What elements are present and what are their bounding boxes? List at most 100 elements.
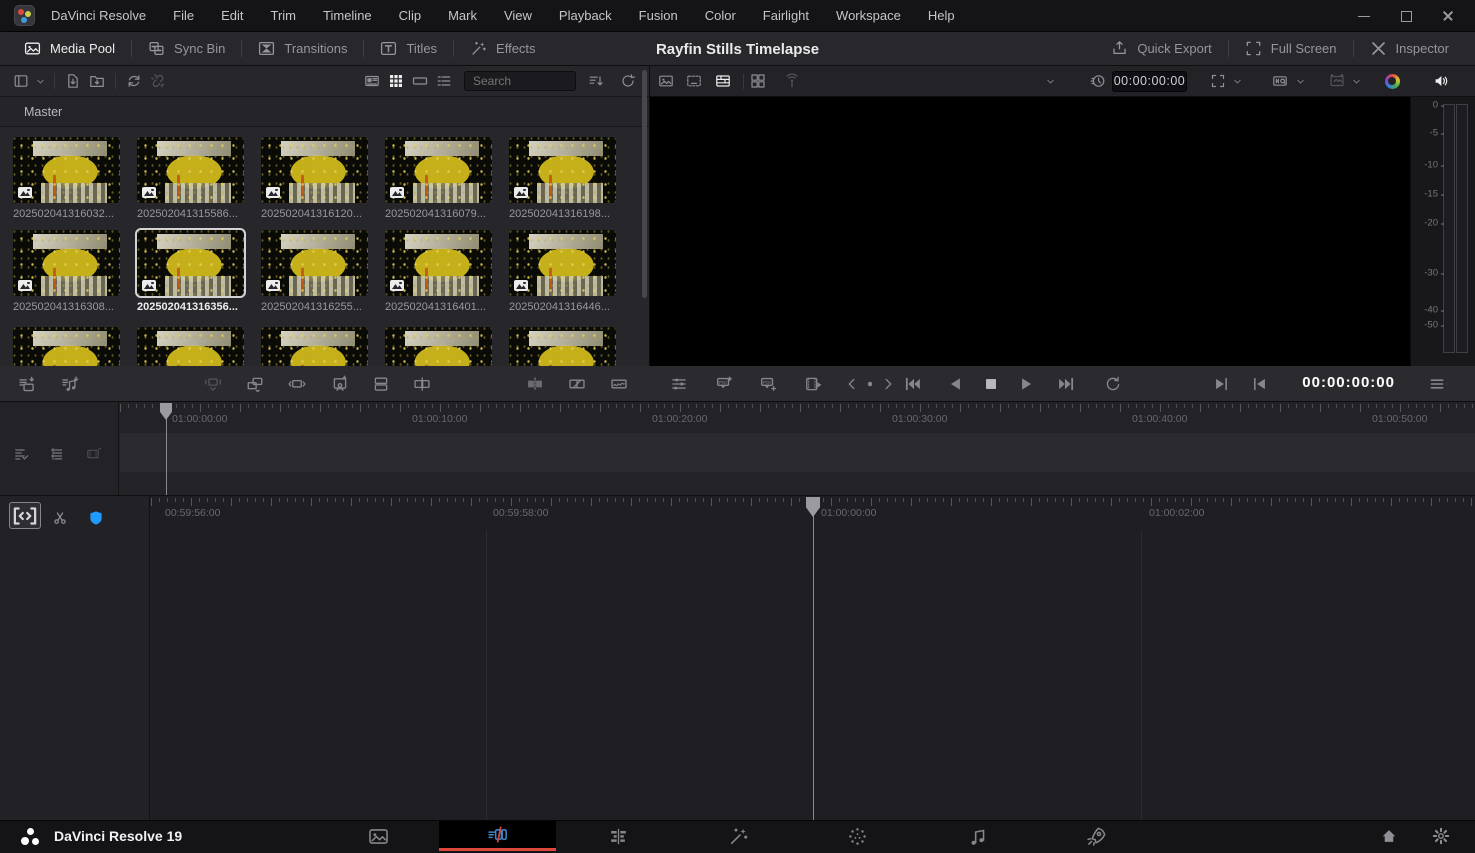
menu-fairlight[interactable]: Fairlight [763,8,809,23]
source-tape-icon[interactable] [682,69,706,93]
menu-edit[interactable]: Edit [221,8,243,23]
page-tab-cut[interactable] [439,821,556,851]
project-manager-home-icon[interactable] [1377,824,1401,848]
quick-export-button[interactable]: Quick Export [1095,32,1227,65]
titles-button[interactable]: Titles [364,32,453,65]
live-overwrite-icon[interactable] [780,69,804,93]
transport-timecode[interactable]: 00:00:00:00 [1295,374,1395,391]
menu-workspace[interactable]: Workspace [836,8,901,23]
media-clip[interactable] [137,327,250,366]
menu-playback[interactable]: Playback [559,8,612,23]
page-tab-fusion[interactable] [718,821,758,851]
page-tab-edit[interactable] [598,821,638,851]
poi-add-icon[interactable]: POI [756,372,780,396]
media-clip[interactable]: 202502041316401... [385,230,498,313]
relink-media-icon[interactable] [146,69,170,93]
menu-timeline[interactable]: Timeline [323,8,372,23]
enhance-icon[interactable] [1325,69,1349,93]
goto-start-button[interactable] [900,372,924,396]
full-screen-button[interactable]: Full Screen [1229,32,1353,65]
trim-tool-icon[interactable] [9,502,41,529]
menu-help[interactable]: Help [928,8,955,23]
refresh-icon[interactable] [616,69,640,93]
upper-timeline-ruler[interactable]: 01:00:00:0001:00:10:0001:00:20:0001:00:3… [120,402,1475,432]
import-folder-icon[interactable] [85,69,109,93]
media-clip[interactable]: 202502041316198... [509,137,622,220]
timeline-options-menu-icon[interactable] [1425,372,1449,396]
audio-speaker-icon[interactable] [1429,69,1453,93]
media-clip[interactable]: 202502041316032... [13,137,126,220]
multicam-view-icon[interactable] [746,69,770,93]
upper-playhead[interactable] [160,403,172,420]
media-pool-button[interactable]: Media Pool [8,32,131,65]
smooth-cut-icon[interactable] [607,372,631,396]
boring-detector-shield-icon[interactable] [84,506,108,530]
media-clip[interactable]: 202502041316308... [13,230,126,313]
append-clip-icon[interactable] [243,372,267,396]
project-settings-gear-icon[interactable] [1429,824,1453,848]
resize-chevron-icon[interactable] [1230,69,1245,93]
sync-bin-button[interactable]: Sync Bin [132,32,241,65]
effects-button[interactable]: Effects [454,32,552,65]
color-grade-icon[interactable] [1380,69,1404,93]
media-clip[interactable]: 202502041316446... [509,230,622,313]
thumbnail-view-icon[interactable] [384,69,408,93]
enhance-chevron-icon[interactable] [1349,69,1364,93]
media-clip[interactable] [13,327,126,366]
overwrite-icon[interactable] [369,372,393,396]
media-pool-scrollbar[interactable] [642,70,647,298]
upper-timeline-track[interactable] [120,433,1475,472]
media-clip[interactable] [385,327,498,366]
mark-out-icon[interactable] [876,372,900,396]
proxy-chevron-icon[interactable] [1293,69,1308,93]
razor-icon[interactable] [48,506,72,530]
source-clip-icon[interactable] [654,69,678,93]
append-audio-icon[interactable] [58,372,82,396]
metadata-view-icon[interactable] [360,69,384,93]
media-clip[interactable]: 202502041316120... [261,137,374,220]
resize-frame-icon[interactable] [1206,69,1230,93]
resync-bin-icon[interactable] [122,69,146,93]
inspector-button[interactable]: Inspector [1354,32,1465,65]
bin-list-icon[interactable] [9,69,33,93]
proxy-quality-icon[interactable] [1268,69,1292,93]
menu-mark[interactable]: Mark [448,8,477,23]
transitions-button[interactable]: Transitions [242,32,363,65]
menu-color[interactable]: Color [705,8,736,23]
close-button[interactable] [1441,9,1455,23]
next-edit-icon[interactable] [1209,372,1233,396]
media-clip[interactable] [261,327,374,366]
menu-trim[interactable]: Trim [271,8,297,23]
append-video-icon[interactable] [15,372,39,396]
media-clip[interactable] [509,327,622,366]
track-sort-icon[interactable] [45,442,69,466]
search-input[interactable] [464,71,576,91]
smart-insert-icon[interactable] [201,372,225,396]
source-overwrite-icon[interactable] [328,372,352,396]
page-tab-media[interactable] [358,821,398,851]
page-tab-deliver[interactable] [1076,821,1116,851]
minimize-button[interactable] [1357,9,1371,23]
media-clip[interactable]: 202502041316079... [385,137,498,220]
menu-davinci-resolve[interactable]: DaVinci Resolve [51,8,146,23]
media-clip[interactable]: 202502041316356... [137,230,250,313]
timeline-view-icon[interactable] [711,69,735,93]
preview-play-icon[interactable] [802,372,826,396]
stop-button[interactable] [979,372,1003,396]
menu-clip[interactable]: Clip [399,8,421,23]
list-view-icon[interactable] [432,69,456,93]
media-clip[interactable]: 202502041315586... [137,137,250,220]
menu-file[interactable]: File [173,8,194,23]
play-reverse-button[interactable] [943,372,967,396]
menu-view[interactable]: View [504,8,532,23]
jog-clock-icon[interactable] [1086,69,1110,93]
goto-end-button[interactable] [1055,372,1079,396]
place-on-top-icon[interactable] [285,372,309,396]
chevron-down-icon[interactable] [33,69,48,93]
split-clips-icon[interactable] [523,372,547,396]
playback-tools-icon[interactable] [667,372,691,396]
lower-playhead[interactable] [806,497,820,517]
menu-fusion[interactable]: Fusion [639,8,678,23]
transition-icon[interactable] [565,372,589,396]
sort-icon[interactable] [584,69,608,93]
